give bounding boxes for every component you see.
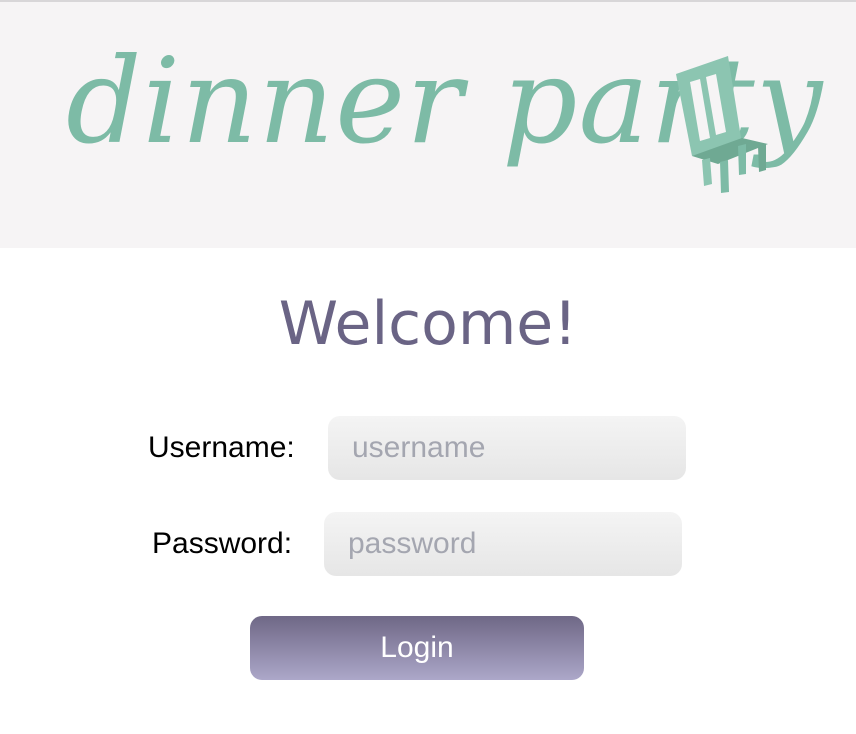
username-input[interactable] [328, 416, 686, 480]
chair-icon [676, 56, 768, 193]
username-label: Username: [148, 431, 295, 464]
welcome-heading: Welcome! [278, 289, 578, 359]
login-button[interactable]: Login [250, 616, 584, 680]
password-label: Password: [152, 527, 293, 560]
password-input[interactable] [324, 512, 682, 576]
site-header: dinner party [0, 2, 856, 248]
